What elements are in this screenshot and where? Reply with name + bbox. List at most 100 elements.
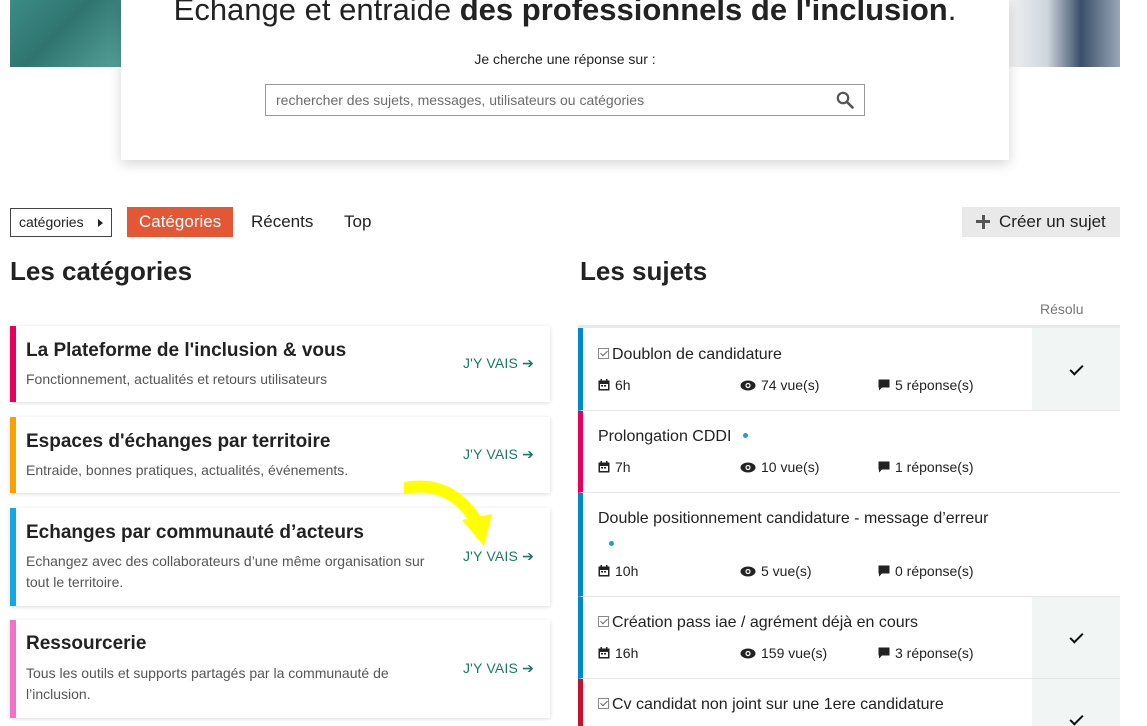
topic-title-text: Prolongation CDDI bbox=[598, 428, 732, 445]
tab-recent[interactable]: Récents bbox=[251, 207, 313, 237]
topic-title-text: Double positionnement candidature - mess… bbox=[598, 510, 989, 527]
hero-image-left bbox=[10, 0, 122, 67]
go-label: J'Y VAIS bbox=[462, 355, 519, 371]
topic-age: 6h bbox=[598, 377, 631, 393]
hero-title-suffix: . bbox=[947, 0, 957, 27]
topic-replies-text: 5 réponse(s) bbox=[895, 377, 974, 393]
comment-icon bbox=[878, 646, 890, 662]
search-box bbox=[265, 84, 865, 116]
topic-title[interactable]: Cv candidat non joint sur une 1ere candi… bbox=[598, 696, 944, 714]
topic-row: Doublon de candidature 6h 74 vue(s) 5 ré… bbox=[578, 328, 1120, 411]
category-title[interactable]: La Plateforme de l'inclusion & vous bbox=[26, 340, 346, 362]
topic-row: Prolongation CDDI 7h 10 vue(s) 1 réponse… bbox=[578, 411, 1120, 493]
topic-views: 74 vue(s) bbox=[740, 377, 819, 393]
topic-title[interactable]: Création pass iae / agrément déjà en cou… bbox=[598, 614, 918, 632]
category-card[interactable]: La Plateforme de l'inclusion & vous Fonc… bbox=[10, 326, 550, 402]
topic-views: 159 vue(s) bbox=[740, 645, 827, 661]
plus-icon bbox=[976, 215, 990, 229]
category-go-link[interactable]: J'Y VAIS ➔ bbox=[463, 660, 534, 677]
hero-title-prefix: Echange et entraide bbox=[173, 0, 460, 27]
solved-checkbox-icon bbox=[598, 698, 609, 709]
topic-replies: 1 réponse(s) bbox=[878, 459, 974, 475]
solved-cell bbox=[1032, 597, 1120, 678]
category-title[interactable]: Ressourcerie bbox=[26, 633, 146, 655]
category-description: Entraide, bonnes pratiques, actualités, … bbox=[26, 462, 349, 478]
category-go-link[interactable]: J'Y VAIS ➔ bbox=[463, 446, 534, 463]
topic-row: Cv candidat non joint sur une 1ere candi… bbox=[578, 679, 1120, 726]
hero-title: Echange et entraide des professionnels d… bbox=[121, 0, 1009, 30]
category-go-link[interactable]: J'Y VAIS ➔ bbox=[463, 355, 534, 372]
topic-age-text: 6h bbox=[615, 377, 631, 393]
arrow-right-icon: ➔ bbox=[522, 446, 534, 462]
category-card[interactable]: Ressourcerie Tous les outils et supports… bbox=[10, 620, 550, 718]
topic-views-text: 159 vue(s) bbox=[761, 645, 828, 661]
arrow-right-icon: ➔ bbox=[522, 660, 534, 676]
topic-age: 10h bbox=[598, 563, 638, 579]
search-card: Echange et entraide des professionnels d… bbox=[121, 0, 1009, 160]
comment-icon bbox=[878, 460, 890, 476]
calendar-icon bbox=[598, 460, 610, 476]
go-label: J'Y VAIS bbox=[462, 548, 519, 564]
annotation-arrow-icon bbox=[404, 480, 492, 546]
solved-check-icon bbox=[1069, 713, 1083, 726]
unread-dot-icon bbox=[743, 433, 749, 438]
hero-title-bold: des professionnels de l'inclusion bbox=[459, 0, 948, 27]
solved-check-icon bbox=[1069, 363, 1083, 377]
topic-age: 7h bbox=[598, 459, 631, 475]
go-label: J'Y VAIS bbox=[462, 660, 519, 676]
tab-categories[interactable]: Catégories bbox=[127, 207, 234, 237]
topic-replies: 5 réponse(s) bbox=[878, 377, 974, 393]
solved-cell bbox=[1032, 679, 1120, 726]
caret-right-icon bbox=[98, 219, 103, 227]
hero-subtitle: Je cherche une réponse sur : bbox=[474, 51, 656, 67]
tab-top[interactable]: Top bbox=[344, 207, 371, 237]
topic-age: 16h bbox=[598, 645, 638, 661]
go-label: J'Y VAIS bbox=[462, 446, 519, 462]
topics-heading: Les sujets bbox=[580, 256, 708, 286]
topic-views-text: 10 vue(s) bbox=[761, 459, 820, 475]
topic-replies-text: 0 réponse(s) bbox=[895, 563, 974, 579]
topic-replies: 0 réponse(s) bbox=[878, 563, 974, 579]
search-input[interactable] bbox=[266, 85, 826, 115]
category-title[interactable]: Echanges par communauté d’acteurs bbox=[26, 522, 364, 544]
topic-replies: 3 réponse(s) bbox=[878, 645, 974, 661]
solved-column-header: Résolu bbox=[1040, 301, 1084, 317]
topic-replies-text: 1 réponse(s) bbox=[895, 459, 974, 475]
category-description: Fonctionnement, actualités et retours ut… bbox=[26, 371, 328, 387]
calendar-icon bbox=[598, 646, 610, 662]
hero-image-right bbox=[1008, 0, 1120, 67]
eye-icon bbox=[740, 646, 756, 662]
create-topic-button[interactable]: Créer un sujet bbox=[962, 207, 1120, 237]
topic-title-text: Doublon de candidature bbox=[612, 346, 782, 363]
topic-age-text: 7h bbox=[615, 459, 631, 475]
category-description: Echangez avec des collaborateurs d’une m… bbox=[26, 553, 425, 590]
solved-checkbox-icon bbox=[598, 348, 609, 359]
solved-cell bbox=[1032, 328, 1120, 410]
category-go-link[interactable]: J'Y VAIS ➔ bbox=[463, 548, 534, 565]
eye-icon bbox=[740, 378, 756, 394]
solved-checkbox-icon bbox=[598, 616, 609, 627]
create-topic-label: Créer un sujet bbox=[999, 212, 1106, 231]
calendar-icon bbox=[598, 378, 610, 394]
comment-icon bbox=[878, 564, 890, 580]
topic-title[interactable]: Double positionnement candidature - mess… bbox=[598, 510, 988, 528]
topic-replies-text: 3 réponse(s) bbox=[895, 645, 974, 661]
arrow-right-icon: ➔ bbox=[522, 548, 534, 564]
unread-dot-icon bbox=[609, 541, 614, 546]
eye-icon bbox=[740, 460, 756, 476]
navigation-bar: catégories Catégories Récents Top Créer … bbox=[10, 207, 1120, 237]
topic-title-text: Cv candidat non joint sur une 1ere candi… bbox=[612, 696, 944, 713]
eye-icon bbox=[740, 564, 756, 580]
topic-title[interactable]: Doublon de candidature bbox=[598, 346, 782, 364]
category-description: Tous les outils et supports partagés par… bbox=[26, 665, 389, 702]
topic-title[interactable]: Prolongation CDDI bbox=[598, 428, 749, 446]
topic-views-text: 5 vue(s) bbox=[761, 563, 812, 579]
comment-icon bbox=[878, 378, 890, 394]
topic-views: 10 vue(s) bbox=[740, 459, 819, 475]
search-icon[interactable] bbox=[836, 91, 854, 109]
calendar-icon bbox=[598, 564, 610, 580]
topic-age-text: 16h bbox=[615, 645, 639, 661]
categories-dropdown[interactable]: catégories bbox=[10, 208, 112, 237]
category-title[interactable]: Espaces d'échanges par territoire bbox=[26, 431, 330, 453]
topic-title-text: Création pass iae / agrément déjà en cou… bbox=[612, 614, 918, 631]
